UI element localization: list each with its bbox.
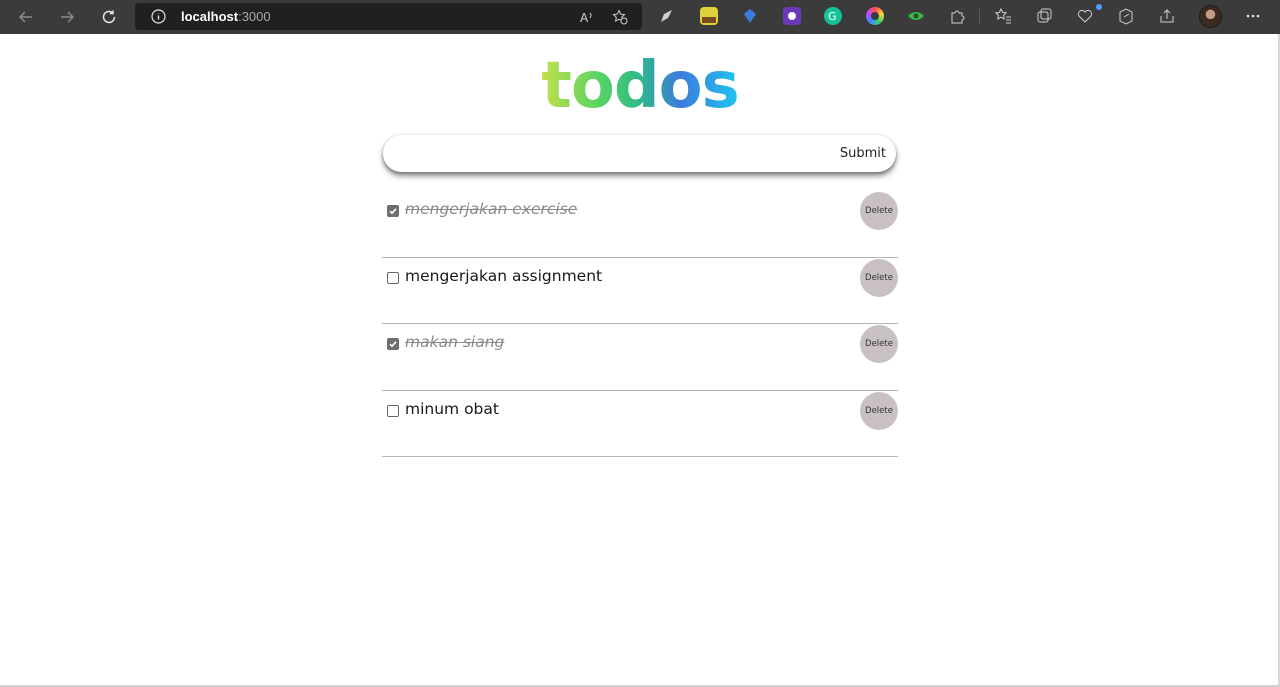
todo-checkbox[interactable]	[387, 338, 399, 350]
extension-yellow-icon[interactable]	[700, 7, 718, 25]
reload-button[interactable]	[97, 5, 121, 29]
delete-button[interactable]: Delete	[860, 391, 898, 430]
grammarly-glyph-icon: G	[828, 10, 837, 23]
todo-text: mengerjakan assignment	[405, 266, 603, 285]
share-arrow-icon	[1160, 9, 1174, 23]
svg-text:A: A	[580, 11, 589, 25]
performance-glyph-icon	[1119, 8, 1133, 25]
collections-glyph-icon	[1037, 8, 1052, 23]
todo-list: mengerjakan exercise Delete mengerjakan …	[382, 191, 898, 457]
browser-essentials-icon[interactable]	[1076, 7, 1094, 25]
arrow-left-icon	[18, 11, 32, 23]
todo-checkbox[interactable]	[387, 205, 399, 217]
delete-button[interactable]: Delete	[860, 192, 898, 230]
info-icon[interactable]	[151, 9, 166, 24]
app-title-wrap: todos	[540, 50, 740, 122]
url-port: :3000	[238, 9, 271, 24]
submit-button[interactable]: Submit	[840, 143, 886, 164]
share-icon[interactable]	[1158, 7, 1176, 25]
todo-text: makan siang	[405, 333, 505, 351]
delete-button[interactable]: Delete	[860, 325, 898, 363]
todo-input[interactable]	[397, 141, 827, 166]
avatar[interactable]	[1199, 5, 1222, 28]
pen-icon	[661, 10, 672, 22]
collections-icon[interactable]	[1035, 7, 1053, 25]
pen-extension-icon[interactable]	[658, 7, 676, 25]
browser-toolbar: localhost:3000 A G	[0, 0, 1280, 34]
extension-color-glyph-icon	[871, 12, 879, 20]
list-item: mengerjakan assignment Delete	[382, 258, 898, 324]
list-item: mengerjakan exercise Delete	[382, 191, 898, 258]
performance-icon[interactable]	[1117, 7, 1135, 25]
extension-yellow-glyph-icon	[702, 17, 716, 23]
delete-button[interactable]: Delete	[860, 258, 898, 297]
read-aloud-icon[interactable]: A	[579, 9, 595, 25]
forward-button[interactable]	[55, 5, 79, 29]
list-item: minum obat Delete	[382, 391, 898, 457]
extension-blue-glyph-icon	[744, 9, 756, 23]
refresh-icon	[102, 10, 116, 24]
todo-text: mengerjakan exercise	[405, 200, 578, 218]
favorites-star-icon	[994, 7, 1011, 24]
more-dots-icon	[1246, 14, 1260, 18]
extensions-puzzle-icon[interactable]	[948, 7, 966, 25]
extension-purple-glyph-icon	[788, 12, 796, 20]
extension-purple-icon[interactable]	[783, 7, 801, 25]
extension-color-icon[interactable]	[866, 7, 884, 25]
todo-text: minum obat	[405, 399, 499, 418]
puzzle-icon	[951, 10, 965, 24]
app-title: todos	[541, 49, 739, 123]
extension-blue-icon[interactable]	[741, 7, 759, 25]
url-text[interactable]: localhost:3000	[181, 9, 271, 24]
grammarly-icon[interactable]: G	[824, 7, 842, 25]
todo-form: Submit	[383, 135, 896, 172]
checkmark-icon	[389, 341, 397, 348]
extension-eye-icon[interactable]	[907, 7, 925, 25]
toolbar-divider	[979, 9, 980, 25]
settings-more-icon[interactable]	[1244, 7, 1262, 25]
page-content: todos Submit mengerjakan exercise Delete…	[0, 34, 1280, 687]
add-favorite-icon[interactable]	[612, 9, 628, 25]
favorites-icon[interactable]	[994, 7, 1012, 25]
arrow-right-icon	[61, 11, 75, 23]
svg-text:G: G	[828, 10, 837, 23]
list-item: makan siang Delete	[382, 324, 898, 391]
checkmark-icon	[389, 208, 397, 215]
heart-pulse-icon	[1077, 9, 1093, 23]
eye-icon	[908, 12, 924, 20]
todo-checkbox[interactable]	[387, 404, 399, 417]
address-bar[interactable]: localhost:3000 A	[135, 3, 642, 30]
notification-badge	[1096, 4, 1102, 10]
back-button[interactable]	[14, 5, 38, 29]
todo-checkbox[interactable]	[387, 271, 399, 284]
url-host: localhost	[181, 9, 239, 24]
